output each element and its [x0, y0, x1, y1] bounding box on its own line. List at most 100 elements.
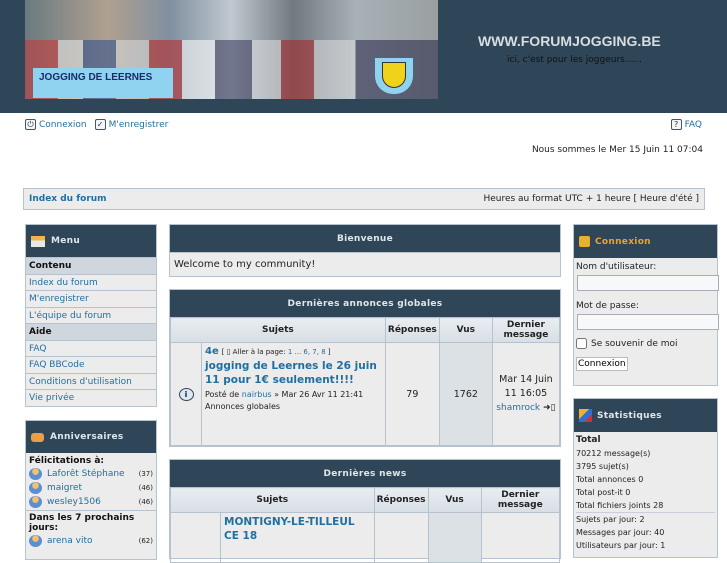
menu-section-content: Contenu — [26, 257, 156, 274]
welcome-box: Bienvenue Welcome to my community! — [169, 224, 561, 277]
menu-item-privacy[interactable]: Vie privée — [29, 393, 74, 403]
menu-title: Menu — [51, 236, 81, 246]
coat-of-arms-icon — [375, 58, 413, 94]
birthday-user-link[interactable]: wesley1506 — [47, 497, 139, 507]
site-subtitle: ici, c'est pour les joggeurs...... — [507, 55, 643, 65]
top-nav: ⏻ Connexion ✓ M'enregistrer — [25, 119, 168, 130]
last-post-date: Mar 14 Juin 11 16:05 — [499, 374, 553, 399]
goto-page-label: Aller à la page: — [232, 348, 286, 356]
stats-chart-icon — [579, 409, 592, 422]
table-row: i 4e [ ▯ Aller à la page: 1 ... 6, 7, 8 … — [170, 342, 561, 446]
register-link[interactable]: M'enregistrer — [109, 120, 169, 130]
banner-image: JOGGING DE LEERNES — [25, 0, 438, 99]
user-icon — [29, 535, 42, 547]
table-row: MONTIGNY-LE-TILLEUL CE 18 — [170, 512, 561, 563]
faq-icon: ? — [670, 119, 682, 130]
login-icon: ⏻ — [25, 119, 36, 130]
stats-attachments: Total fichiers joints 28 — [576, 501, 664, 510]
password-input[interactable] — [577, 314, 719, 330]
password-label: Mot de passe: — [576, 301, 639, 311]
remember-checkbox[interactable] — [576, 338, 587, 349]
login-users-icon — [579, 236, 590, 247]
stats-box: Statistiques Total 70212 message(s) 3795… — [573, 398, 718, 558]
stats-title: Statistiques — [597, 410, 662, 421]
birthday-item: Laforêt Stéphane (37) — [29, 467, 153, 481]
menu-icon — [31, 235, 45, 247]
stats-announces: Total annonces 0 — [576, 475, 644, 484]
col-replies: Réponses — [373, 487, 429, 513]
birthday-item: wesley1506 (46) — [29, 495, 153, 509]
username-label: Nom d'utilisateur: — [576, 262, 657, 272]
announcements-title: Dernières annonces globales — [170, 290, 560, 317]
birthday-age: (46) — [138, 484, 153, 492]
birthdays-title: Anniversaires — [50, 432, 124, 442]
col-views: Vus — [427, 487, 482, 513]
stats-messages-per-day: Messages par jour: 40 — [576, 528, 665, 537]
faq-nav: ? FAQ — [670, 119, 702, 130]
timezone-text: Heures au format UTC + 1 heure [ Heure d… — [483, 194, 699, 204]
col-last: Dernier message — [491, 317, 561, 343]
username-input[interactable] — [577, 275, 719, 291]
col-last: Dernier message — [480, 487, 561, 513]
topic-title-link[interactable]: jogging de Leernes le 26 juin 11 pour 1€… — [205, 359, 382, 387]
menu-item-faq[interactable]: FAQ — [29, 344, 46, 354]
header: JOGGING DE LEERNES WWW.FORUMJOGGING.BE i… — [0, 0, 727, 113]
menu-item-bbcode[interactable]: FAQ BBCode — [29, 360, 85, 370]
login-box: Connexion Nom d'utilisateur: Mot de pass… — [573, 224, 719, 386]
topic-replies: 79 — [384, 342, 440, 446]
menu-item-terms[interactable]: Conditions d'utilisation — [29, 377, 132, 387]
faq-link[interactable]: FAQ — [685, 120, 702, 130]
page-links[interactable]: 1 ... 6, 7, 8 — [288, 348, 326, 356]
col-topics: Sujets — [170, 317, 386, 343]
topic-title-link[interactable]: MONTIGNY-LE-TILLEUL CE 18 — [224, 516, 355, 542]
stats-total-label: Total — [576, 435, 601, 445]
breadcrumb: Index du forum Heures au format UTC + 1 … — [23, 188, 705, 210]
stats-postits: Total post-it 0 — [576, 488, 631, 497]
birthday-user-link[interactable]: Laforêt Stéphane — [47, 469, 139, 479]
current-date: Nous sommes le Mer 15 Juin 11 07:04 — [531, 145, 703, 155]
stats-users-per-day: Utilisateurs par jour: 1 — [576, 541, 666, 550]
login-link[interactable]: Connexion — [39, 120, 87, 130]
menu-item-index[interactable]: Index du forum — [29, 278, 98, 288]
view-last-post-icon[interactable]: ➜▯ — [543, 403, 556, 413]
cake-icon — [31, 432, 44, 442]
breadcrumb-index-link[interactable]: Index du forum — [29, 194, 107, 204]
birthday-age: (46) — [138, 498, 153, 506]
welcome-text: Welcome to my community! — [170, 252, 560, 276]
birthdays-box: Anniversaires Félicitations à: Laforêt S… — [25, 420, 157, 560]
user-icon — [29, 482, 42, 494]
menu-box: Menu Contenu Index du forum M'enregistre… — [25, 224, 157, 407]
col-replies: Réponses — [384, 317, 440, 343]
welcome-title: Bienvenue — [170, 225, 560, 252]
birthdays-today-label: Félicitations à: — [29, 456, 104, 466]
user-icon — [29, 496, 42, 508]
site-title: WWW.FORUMJOGGING.BE — [478, 33, 661, 49]
last-post-user-link[interactable]: shamrock — [496, 403, 540, 413]
topic-views: 1762 — [438, 342, 493, 446]
birthday-item: arena vito (62) — [29, 534, 153, 548]
birthday-item: maigret (46) — [29, 481, 153, 495]
news-box: Dernières news Sujets Réponses Vus Derni… — [169, 459, 561, 563]
topic-prefix[interactable]: 4e — [205, 346, 219, 357]
banner-text: JOGGING DE LEERNES — [33, 68, 173, 98]
news-title: Dernières news — [170, 460, 560, 487]
birthday-user-link[interactable]: maigret — [47, 483, 139, 493]
posted-by-label: Posté de — [205, 390, 240, 399]
menu-section-help: Aide — [26, 323, 156, 340]
register-icon: ✓ — [94, 119, 106, 130]
menu-item-register[interactable]: M'enregistrer — [29, 294, 89, 304]
birthdays-upcoming-label: Dans les 7 prochains jours: — [26, 510, 156, 533]
remember-label: Se souvenir de moi — [591, 338, 678, 349]
login-submit-button[interactable]: Connexion — [576, 357, 628, 371]
login-title: Connexion — [595, 236, 651, 247]
announcements-box: Dernières annonces globales Sujets Répon… — [169, 289, 561, 447]
stats-messages: 70212 message(s) — [576, 449, 651, 458]
col-views: Vus — [438, 317, 493, 343]
announcement-info-icon: i — [178, 387, 194, 401]
stats-topics-per-day: Sujets par jour: 2 — [576, 512, 715, 526]
birthday-age: (62) — [138, 537, 153, 545]
col-topics: Sujets — [170, 487, 375, 513]
menu-item-team[interactable]: L'équipe du forum — [29, 311, 111, 321]
topic-author-link[interactable]: nairbus — [242, 390, 272, 399]
user-icon — [29, 468, 42, 480]
